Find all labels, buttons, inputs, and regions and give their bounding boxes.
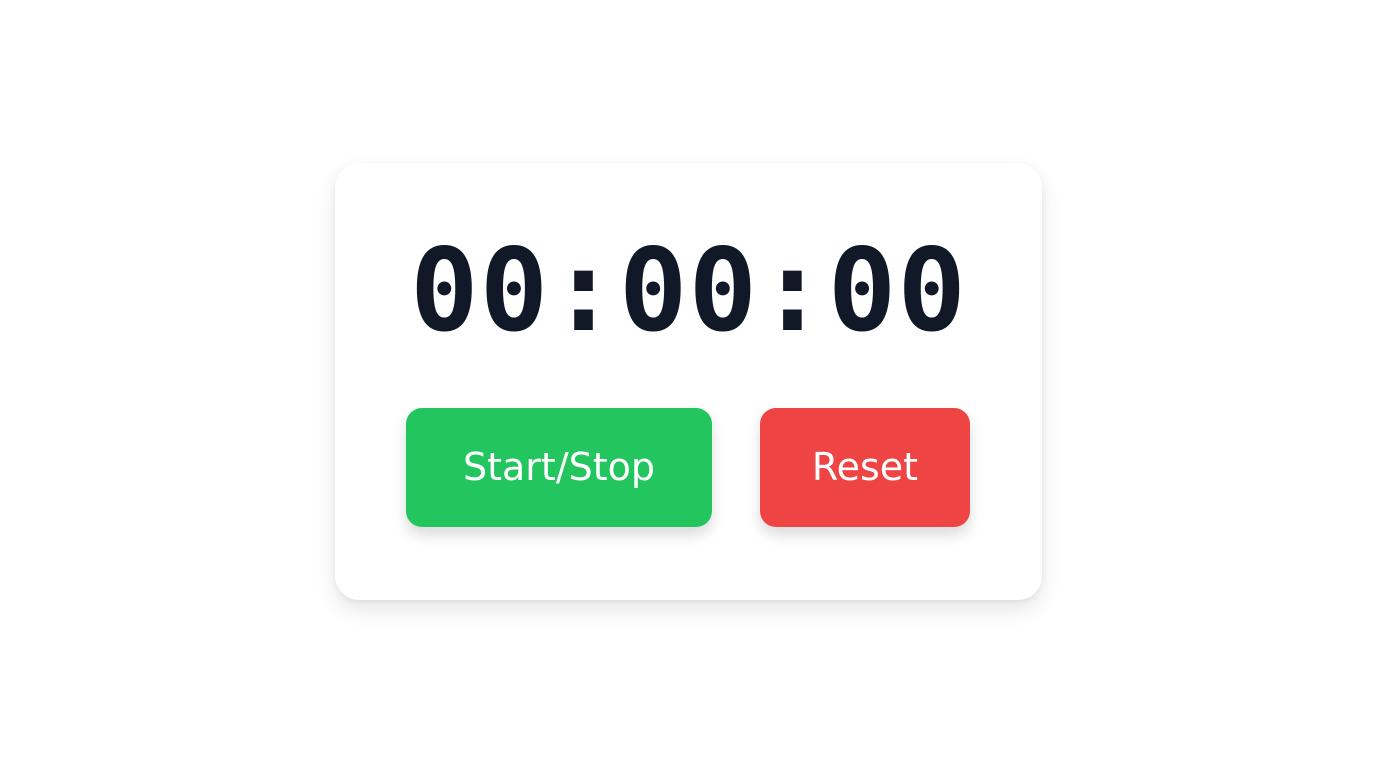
- time-display: 00:00:00: [409, 224, 968, 357]
- stopwatch-card: 00:00:00 Start/Stop Reset: [335, 163, 1042, 600]
- start-stop-button[interactable]: Start/Stop: [406, 408, 712, 527]
- reset-button[interactable]: Reset: [760, 408, 970, 527]
